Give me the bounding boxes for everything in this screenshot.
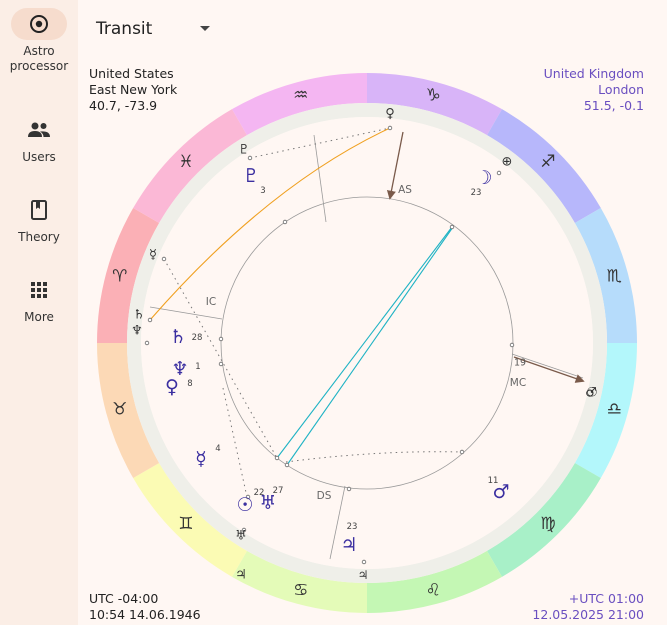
planet-marker-dot (449, 224, 455, 230)
planet-marker-dot (161, 256, 167, 262)
mc-degree: 19 (514, 358, 526, 369)
natal-coords: 40.7, -73.9 (89, 98, 158, 113)
planet-marker-dot (274, 455, 280, 461)
sign-glyph-taurus: ♉ (112, 399, 127, 419)
transit-planet-part-of-fortune-icon[interactable]: ⊕ (502, 155, 513, 170)
planet-marker-dot (509, 342, 515, 348)
transit-city: London (598, 82, 644, 97)
sign-glyph-pisces: ♓ (178, 152, 193, 172)
sign-glyph-sagittarius: ♐ (540, 152, 555, 172)
natal-planet-mars-degree: 11 (488, 476, 499, 486)
planet-marker-dot (147, 317, 153, 323)
natal-planet-saturn-icon[interactable]: ♄ (169, 326, 186, 348)
planet-marker-dot (218, 336, 224, 342)
planet-marker-dot (387, 125, 393, 131)
planet-marker-dot (144, 340, 150, 346)
target-icon (30, 15, 48, 33)
mode-select[interactable]: Transit (96, 14, 216, 44)
planet-marker-dot (284, 462, 290, 468)
axis-label-as: AS (398, 184, 412, 196)
chevron-down-icon (200, 26, 210, 31)
natal-planet-pluto-degree: 3 (260, 186, 265, 196)
natal-datetime: 10:54 14.06.1946 (89, 607, 201, 622)
planet-marker-dot (346, 486, 352, 492)
transit-coords: 51.5, -0.1 (583, 98, 644, 113)
sidebar-item-theory[interactable]: Theory (0, 194, 78, 245)
transit-planet-jupiter-icon-ring[interactable]: ♃ (358, 568, 369, 582)
sign-glyph-aries: ♈ (112, 267, 127, 287)
mode-select-value: Transit (96, 19, 153, 39)
planet-marker-dot (459, 449, 465, 455)
sidebar-item-label: Astro processor (9, 44, 69, 73)
natal-planet-venus-icon[interactable]: ♀ (165, 376, 179, 398)
users-icon (28, 122, 50, 137)
natal-planet-neptune-degree: 1 (195, 362, 200, 372)
natal-planet-uranus-degree: 27 (273, 486, 284, 496)
natal-planet-saturn-degree: 28 (192, 333, 203, 343)
nav-icon-wrap (11, 114, 67, 146)
planet-marker-dot (282, 219, 288, 225)
natal-country: United States (89, 66, 174, 81)
transit-planet-jupiter-icon[interactable]: ♃ (235, 568, 247, 583)
natal-time: UTC -04:00 10:54 14.06.1946 (89, 591, 201, 623)
natal-planet-jupiter-degree: 23 (347, 522, 358, 532)
planet-marker-dot (496, 170, 502, 176)
chart-body (141, 117, 593, 569)
transit-location: United Kingdom London 51.5, -0.1 (544, 66, 644, 114)
sign-glyph-scorpio: ♏ (607, 267, 622, 287)
transit-time: +UTC 01:00 12.05.2025 21:00 (532, 591, 644, 623)
transit-planet-saturn-icon[interactable]: ♄ (133, 308, 145, 323)
transit-planet-venus-icon[interactable]: ♀ (385, 107, 395, 122)
natal-planet-pluto-icon[interactable]: ♇ (242, 165, 259, 187)
transit-planet-mars-icon[interactable]: ♂ (585, 386, 597, 401)
transit-planet-pluto-icon[interactable]: ♇ (238, 143, 250, 158)
natal-planet-moon-icon[interactable]: ☽ (475, 167, 492, 189)
sidebar-item-label: More (24, 310, 54, 324)
sidebar-item-astro-processor[interactable]: Astro processor (0, 8, 78, 74)
sign-glyph-cancer: ♋ (293, 580, 308, 600)
natal-planet-jupiter-icon[interactable]: ♃ (340, 534, 357, 556)
sidebar-item-label: Users (22, 150, 56, 164)
sidebar-item-users[interactable]: Users (0, 114, 78, 165)
sign-glyph-aquarius: ♒ (293, 86, 308, 106)
sign-glyph-virgo: ♍ (540, 514, 555, 534)
grid-icon (31, 282, 47, 298)
natal-planet-sun-icon[interactable]: ☉ (236, 494, 253, 516)
transit-country: United Kingdom (543, 66, 644, 81)
planet-marker-dot (361, 559, 367, 565)
axis-label-ic: IC (206, 296, 216, 308)
transit-datetime: 12.05.2025 21:00 (532, 607, 644, 622)
sidebar-item-more[interactable]: More (0, 274, 78, 325)
transit-planet-mercury-icon[interactable]: ☿ (149, 248, 157, 263)
transit-planet-neptune-icon[interactable]: ♆ (131, 324, 143, 339)
axis-label-ds: DS (317, 490, 332, 502)
natal-planet-mercury-icon[interactable]: ☿ (195, 448, 207, 470)
natal-utc: UTC -04:00 (89, 591, 159, 606)
sign-glyph-leo: ♌ (426, 580, 441, 600)
natal-planet-venus-degree: 8 (187, 379, 192, 389)
natal-location: United States East New York 40.7, -73.9 (89, 66, 177, 114)
natal-city: East New York (89, 82, 178, 97)
nav-icon-wrap (11, 274, 67, 306)
sign-glyph-capricorn: ♑ (426, 86, 441, 106)
sign-glyph-gemini: ♊ (178, 514, 193, 534)
transit-utc: +UTC 01:00 (568, 591, 644, 606)
planet-marker-dot (218, 361, 224, 367)
axis-label-mc: MC (510, 377, 526, 389)
sidebar-item-label: Theory (18, 230, 60, 244)
transit-planet-uranus-icon[interactable]: ♅ (235, 529, 247, 544)
nav-icon-wrap (11, 194, 67, 226)
sidebar: Astro processor Users Theory More (0, 0, 78, 625)
sign-glyph-libra: ♎ (607, 399, 622, 419)
natal-planet-mercury-degree: 4 (215, 444, 220, 454)
book-icon (31, 200, 47, 220)
main-area: ♑ ♐ ♏ ♎ ♍ ♌ ♋ ♊ ♉ ♈ ♓ ♒ AS MC DS IC 19 ♇ 3 ☽ 23 ♄ 28 ♆ 1 ♀ 8 ☿ 4 ☉ 22 ♅… (78, 0, 667, 625)
natal-planet-moon-degree: 23 (471, 188, 482, 198)
nav-icon-wrap (11, 8, 67, 40)
